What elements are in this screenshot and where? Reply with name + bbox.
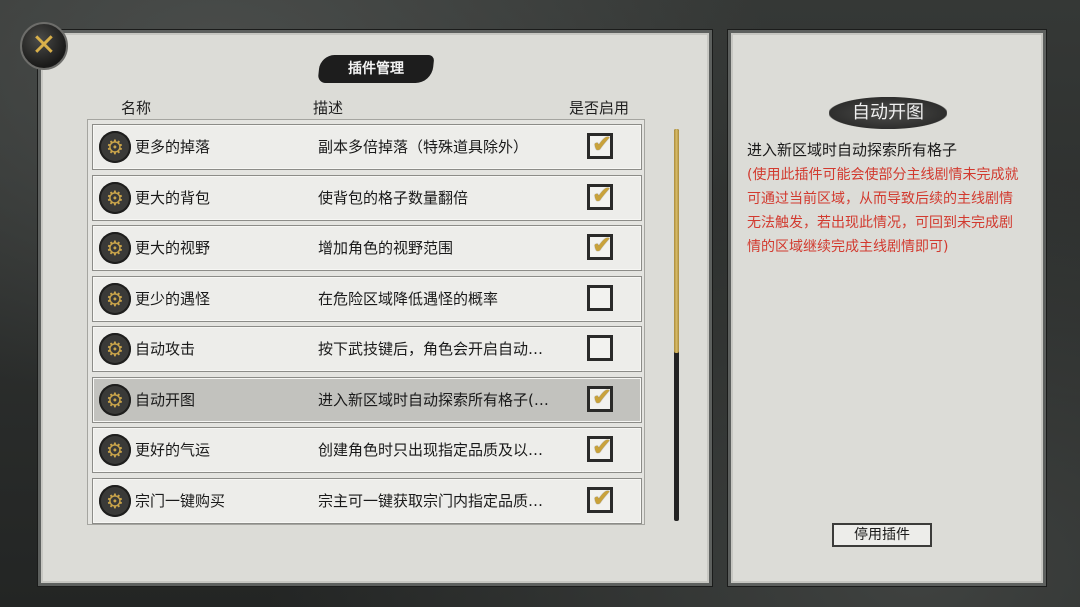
enable-checkbox[interactable]: ✔ xyxy=(587,130,613,159)
close-x-icon: ✕ xyxy=(31,28,57,63)
dialog-title: 插件管理 xyxy=(348,61,404,77)
checkmark-icon: ✔ xyxy=(592,231,613,259)
plugin-description: 在危险区域降低遇怪的概率 xyxy=(318,289,499,308)
checkmark-icon: ✔ xyxy=(592,382,613,411)
plugin-row[interactable]: ⚙ 更大的视野 增加角色的视野范围 ✔ xyxy=(92,225,642,271)
gear-icon: ⚙ xyxy=(99,333,131,365)
enable-checkbox[interactable]: ✔ xyxy=(587,180,613,210)
gear-icon: ⚙ xyxy=(99,232,131,264)
plugin-name: 自动攻击 xyxy=(135,340,196,358)
plugin-description: 使背包的格子数量翻倍 xyxy=(318,188,469,207)
plugin-name: 更多的掉落 xyxy=(135,138,211,156)
detail-warning: (使用此插件可能会使部分主线剧情未完成就可通过当前区域，从而导致后续的主线剧情无… xyxy=(747,167,1019,255)
detail-title: 自动开图 xyxy=(852,102,924,123)
header-name: 名称 xyxy=(121,99,152,117)
scrollbar-thumb[interactable] xyxy=(674,129,679,353)
plugin-description: 按下武技键后，角色会开启自动… xyxy=(318,340,544,358)
enable-checkbox[interactable]: ✔ xyxy=(587,382,613,412)
plugin-name: 自动开图 xyxy=(135,390,196,409)
plugin-name: 更好的气运 xyxy=(135,441,211,459)
enable-checkbox[interactable] xyxy=(587,284,613,311)
plugin-row[interactable]: ⚙ 更少的遇怪 在危险区域降低遇怪的概率 xyxy=(92,275,642,322)
plugin-description: 宗主可一键获取宗门内指定品质… xyxy=(318,491,544,510)
gear-icon: ⚙ xyxy=(99,484,131,517)
plugin-row[interactable]: ⚙ 更大的背包 使背包的格子数量翻倍 ✔ xyxy=(92,174,642,221)
plugin-list-panel: 插件管理 名称 描述 是否启用 ⚙ 更多的掉落 副本多倍掉落（特殊道具除外） ✔ ⚙ 更大… xyxy=(38,30,712,586)
enable-checkbox[interactable]: ✔ xyxy=(587,433,613,462)
plugin-name: 更大的视野 xyxy=(135,239,211,257)
plugin-description: 进入新区域时自动探索所有格子(… xyxy=(318,390,549,409)
gear-icon: ⚙ xyxy=(99,131,131,163)
plugin-row[interactable]: ⚙ 自动开图 进入新区域时自动探索所有格子(… ✔ xyxy=(92,376,642,423)
plugin-description: 增加角色的视野范围 xyxy=(318,239,454,257)
plugin-detail-panel: 自动开图 进入新区域时自动探索所有格子 (使用此插件可能会使部分主线剧情未完成就… xyxy=(728,30,1046,586)
plugin-list: ⚙ 更多的掉落 副本多倍掉落（特殊道具除外） ✔ ⚙ 更大的背包 使背包的格子数量翻倍 ✔ ⚙ 更… xyxy=(87,119,645,525)
checkmark-icon: ✔ xyxy=(592,180,613,209)
enable-checkbox[interactable]: ✔ xyxy=(587,231,613,260)
enable-checkbox[interactable]: ✔ xyxy=(587,483,613,513)
gear-icon: ⚙ xyxy=(99,383,131,416)
checkmark-icon: ✔ xyxy=(592,433,613,461)
plugin-description: 创建角色时只出现指定品质及以… xyxy=(318,441,544,459)
plugin-row[interactable]: ⚙ 自动攻击 按下武技键后，角色会开启自动… xyxy=(92,326,642,372)
header-enabled: 是否启用 xyxy=(569,99,630,117)
disable-plugin-button[interactable]: 停用插件 xyxy=(832,523,932,547)
plugin-row[interactable]: ⚙ 更好的气运 创建角色时只出现指定品质及以… ✔ xyxy=(92,427,642,473)
plugin-name: 更大的背包 xyxy=(135,188,211,207)
checkmark-icon: ✔ xyxy=(592,130,613,158)
close-button[interactable]: ✕ xyxy=(20,22,68,70)
plugin-row[interactable]: ⚙ 更多的掉落 副本多倍掉落（特殊道具除外） ✔ xyxy=(92,124,642,170)
plugin-name: 宗门一键购买 xyxy=(135,491,226,510)
detail-summary: 进入新区域时自动探索所有格子 xyxy=(747,141,958,159)
gear-icon: ⚙ xyxy=(99,181,131,214)
checkmark-icon: ✔ xyxy=(592,483,613,512)
plugin-description: 副本多倍掉落（特殊道具除外） xyxy=(318,138,529,156)
plugin-row[interactable]: ⚙ 宗门一键购买 宗主可一键获取宗门内指定品质… ✔ xyxy=(92,477,642,524)
plugin-name: 更少的遇怪 xyxy=(135,289,211,308)
header-description: 描述 xyxy=(313,99,344,117)
gear-icon: ⚙ xyxy=(99,282,131,315)
gear-icon: ⚙ xyxy=(99,434,131,466)
enable-checkbox[interactable] xyxy=(587,335,613,361)
